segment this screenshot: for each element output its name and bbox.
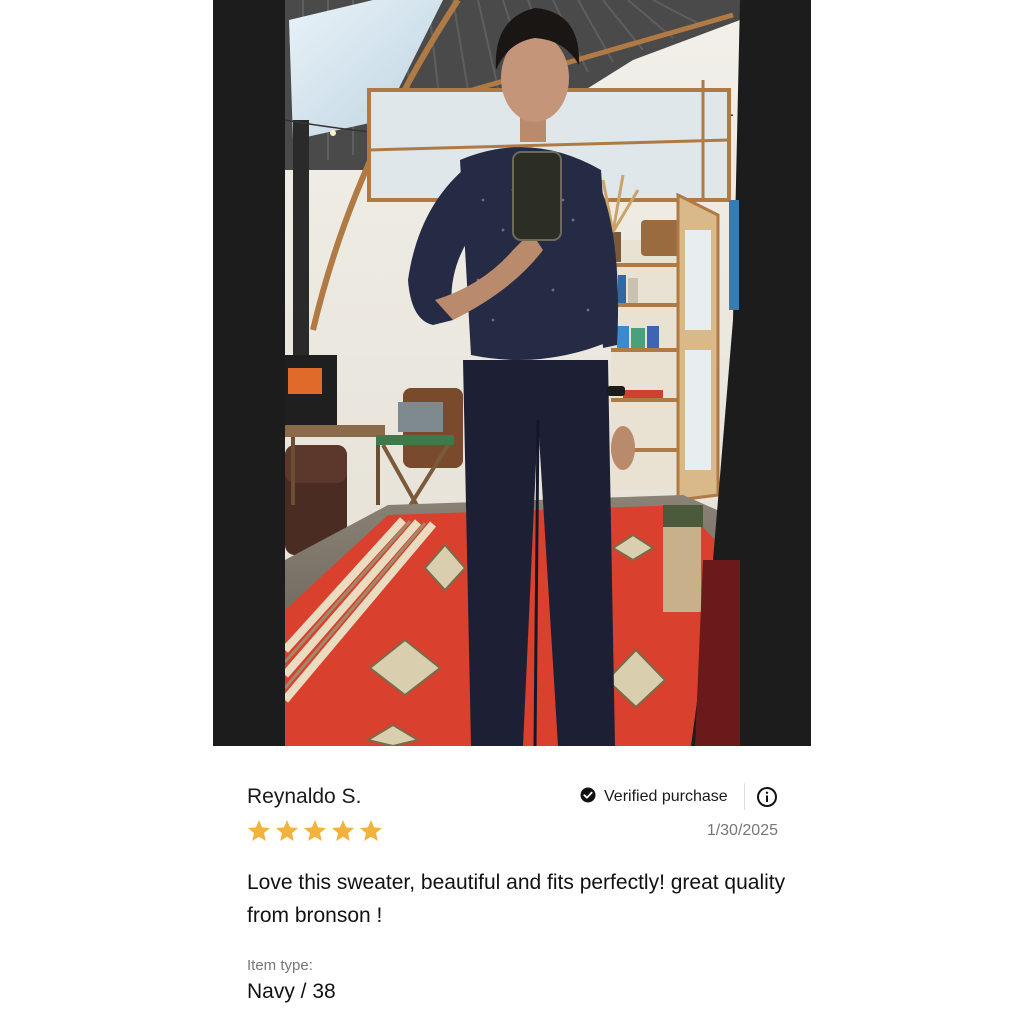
reviewer-name: Reynaldo S. <box>247 785 362 808</box>
star-icon <box>275 819 299 841</box>
item-type-label: Item type: <box>247 957 313 974</box>
verified-purchase-label: Verified purchase <box>604 788 728 805</box>
star-icon <box>331 819 355 841</box>
star-icon <box>303 819 327 841</box>
review-photo-image <box>213 0 811 746</box>
check-circle-icon <box>580 787 596 808</box>
review-date: 1/30/2025 <box>706 822 778 839</box>
item-type-value: Navy / 38 <box>247 980 336 1003</box>
info-icon <box>757 787 777 807</box>
review-body: Love this sweater, beautiful and fits pe… <box>247 871 786 927</box>
review-photo[interactable] <box>213 0 811 746</box>
star-icon <box>247 819 271 841</box>
divider <box>744 783 745 810</box>
star-rating <box>246 818 384 844</box>
verified-purchase-badge: Verified purchase <box>580 786 728 808</box>
info-button[interactable] <box>756 786 778 808</box>
star-icon <box>359 819 383 841</box>
